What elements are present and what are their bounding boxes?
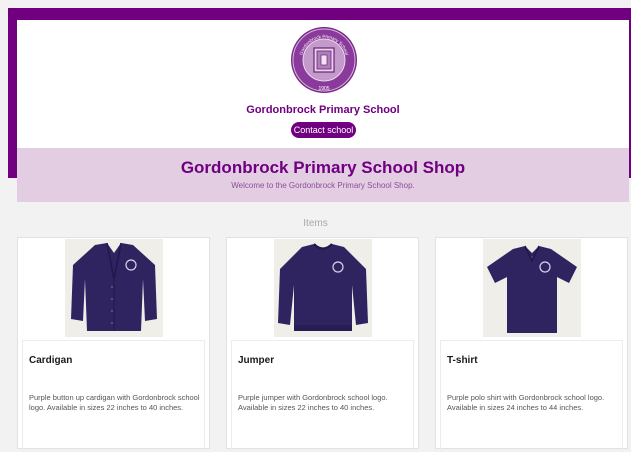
product-description: Purple button up cardigan with Gordonbro… — [29, 393, 200, 412]
t-shirt-image[interactable] — [483, 239, 581, 337]
shop-title: Gordonbrock Primary School Shop — [180, 158, 466, 177]
header: 1905 Gordonbrock Primary School Gordonbr… — [17, 20, 629, 148]
jumper-details: Jumper Purple jumper with Gordonbrock sc… — [231, 340, 414, 452]
school-logo: 1905 Gordonbrock Primary School — [291, 27, 357, 93]
items-heading: Items — [303, 218, 328, 229]
cardigan-details: Cardigan Purple button up cardigan with … — [22, 340, 205, 452]
product-description: Purple jumper with Gordonbrock school lo… — [238, 393, 388, 412]
contact-school-button[interactable]: Contact school — [291, 122, 356, 138]
product-name[interactable]: T-shirt — [447, 355, 478, 366]
school-name: Gordonbrock Primary School — [246, 104, 400, 116]
product-description: Purple polo shirt with Gordonbrock schoo… — [447, 393, 605, 412]
product-card-cardigan[interactable]: Cardigan Purple button up cardigan with … — [17, 237, 210, 452]
logo-year: 1905 — [318, 86, 329, 92]
product-name[interactable]: Cardigan — [29, 355, 72, 366]
t-shirt-details: T-shirt Purple polo shirt with Gordonbro… — [440, 340, 623, 452]
jumper-image[interactable] — [274, 239, 372, 337]
cardigan-image[interactable] — [65, 239, 163, 337]
product-name[interactable]: Jumper — [238, 355, 274, 366]
shop-banner: Gordonbrock Primary School Shop Welcome … — [17, 148, 629, 202]
product-card-t-shirt[interactable]: T-shirt Purple polo shirt with Gordonbro… — [435, 237, 628, 452]
product-card-jumper[interactable]: Jumper Purple jumper with Gordonbrock sc… — [226, 237, 419, 452]
shop-welcome-text: Welcome to the Gordonbrock Primary Schoo… — [231, 181, 415, 190]
